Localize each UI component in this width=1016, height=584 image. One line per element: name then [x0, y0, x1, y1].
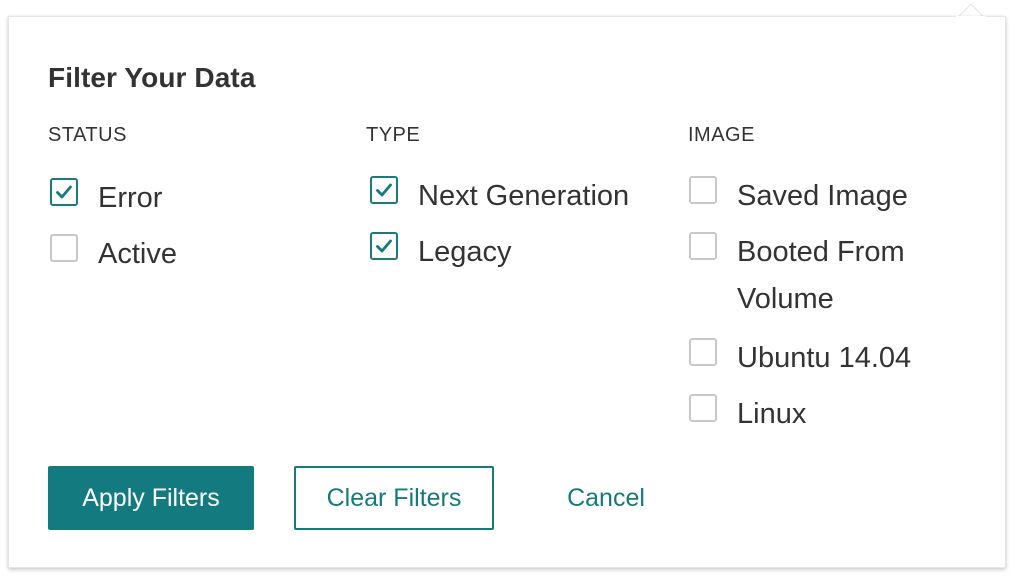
checkmark-icon — [376, 239, 392, 253]
ubuntu-checkbox[interactable] — [689, 338, 717, 366]
legacy-checkbox[interactable] — [370, 232, 398, 260]
image-heading: IMAGE — [688, 124, 755, 146]
clear-filters-button[interactable]: Clear Filters — [294, 466, 494, 530]
active-checkbox[interactable] — [50, 234, 78, 262]
ubuntu-label: Ubuntu 14.04 — [737, 342, 912, 374]
booted-from-volume-label-line2: Volume — [737, 283, 834, 315]
dialog-title: Filter Your Data — [48, 62, 256, 93]
active-label: Active — [98, 238, 177, 270]
linux-label: Linux — [737, 398, 807, 430]
apply-filters-button[interactable]: Apply Filters — [48, 466, 254, 530]
type-heading: TYPE — [366, 124, 421, 146]
checkmark-icon — [56, 185, 72, 199]
next-generation-checkbox[interactable] — [370, 176, 398, 204]
booted-from-volume-checkbox[interactable] — [689, 232, 717, 260]
legacy-label: Legacy — [418, 236, 512, 268]
saved-image-label: Saved Image — [737, 180, 908, 212]
popover-caret — [956, 0, 984, 17]
checkmark-icon — [376, 183, 392, 197]
error-label: Error — [98, 182, 163, 214]
error-checkbox[interactable] — [50, 178, 78, 206]
linux-checkbox[interactable] — [689, 394, 717, 422]
next-generation-label: Next Generation — [418, 180, 630, 212]
saved-image-checkbox[interactable] — [689, 176, 717, 204]
booted-from-volume-label-line1: Booted From — [737, 236, 905, 268]
status-heading: STATUS — [48, 124, 127, 146]
popover-caret-mask — [956, 16, 986, 19]
cancel-button[interactable]: Cancel — [548, 466, 664, 530]
